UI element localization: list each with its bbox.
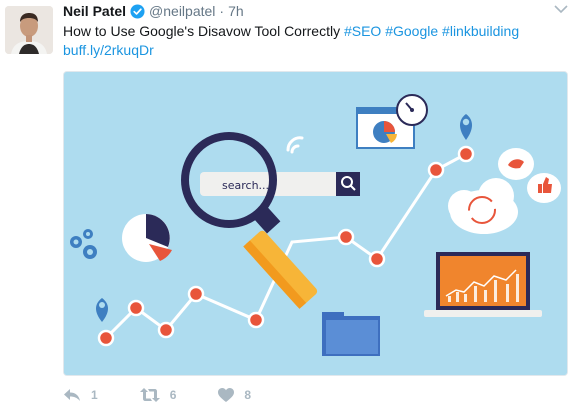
avatar[interactable] xyxy=(5,6,53,54)
tweet: Neil Patel @neilpatel · 7h How to Use Go… xyxy=(0,0,576,412)
tweet-header: Neil Patel @neilpatel · 7h xyxy=(63,1,546,21)
twitter-bubble-icon xyxy=(498,148,534,180)
tweet-media-image[interactable]: search... xyxy=(63,71,568,376)
tweet-actions: 1 6 8 xyxy=(63,384,293,406)
tweet-text-intro: How to Use Google's Disavow Tool Correct… xyxy=(63,23,344,39)
reply-count: 1 xyxy=(91,388,98,402)
retweet-count: 6 xyxy=(169,388,177,402)
hashtag-seo[interactable]: #SEO xyxy=(344,23,381,39)
like-count: 8 xyxy=(244,388,252,402)
chevron-down-icon[interactable] xyxy=(554,4,568,14)
heart-icon xyxy=(218,388,235,402)
hashtag-google[interactable]: #Google xyxy=(385,23,438,39)
author-handle[interactable]: @neilpatel xyxy=(149,3,215,19)
tweet-text: How to Use Google's Disavow Tool Correct… xyxy=(63,22,563,60)
laptop-icon xyxy=(424,252,542,317)
avatar-photo xyxy=(5,6,53,54)
search-placeholder: search... xyxy=(222,179,269,192)
like-button[interactable]: 8 xyxy=(218,388,251,402)
seo-illustration: search... xyxy=(64,72,567,375)
folder-icon xyxy=(322,312,380,356)
like-bubble-icon xyxy=(527,173,561,203)
reply-icon xyxy=(64,389,80,401)
timestamp[interactable]: 7h xyxy=(228,3,244,19)
separator: · xyxy=(219,3,225,19)
hashtag-linkbuilding[interactable]: #linkbuilding xyxy=(442,23,519,39)
reply-button[interactable]: 1 xyxy=(63,388,98,402)
retweet-icon xyxy=(139,388,160,402)
verified-badge-icon xyxy=(130,3,145,19)
author-name[interactable]: Neil Patel xyxy=(63,3,126,19)
retweet-button[interactable]: 6 xyxy=(139,388,177,402)
tweet-link[interactable]: buff.ly/2rkuqDr xyxy=(63,42,154,58)
